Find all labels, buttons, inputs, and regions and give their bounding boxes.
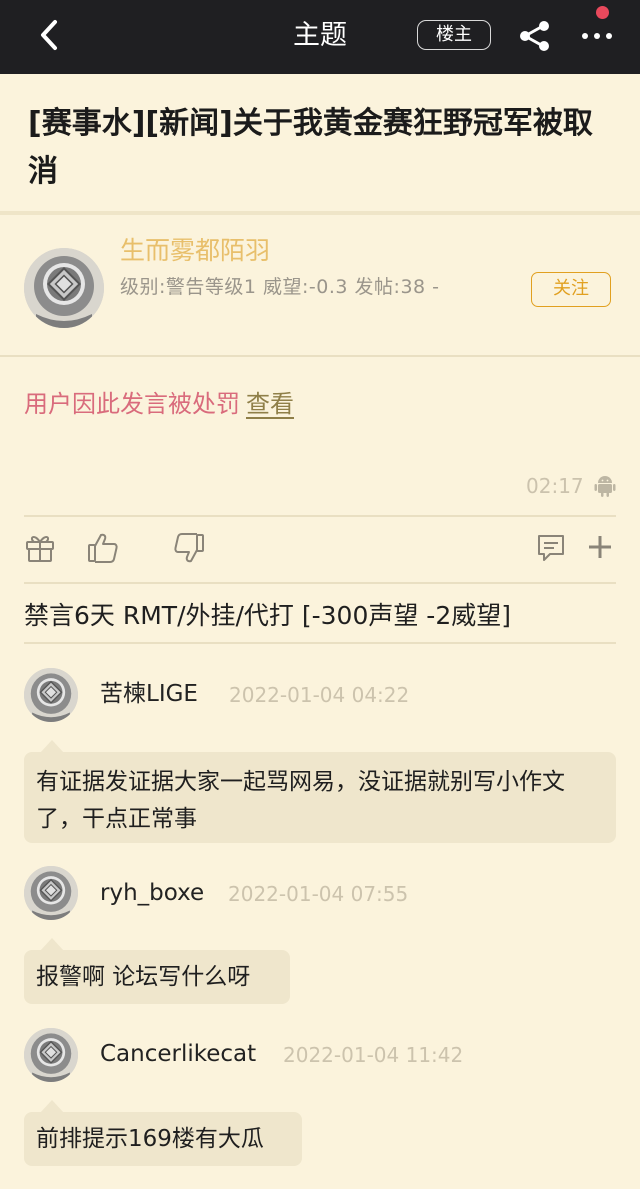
post-title: [赛事水][新闻]关于我黄金赛狂野冠军被取消: [28, 106, 593, 189]
penalty-view-link[interactable]: 查看: [246, 390, 294, 418]
comment-avatar[interactable]: [24, 1028, 78, 1082]
comment-time: 2022-01-04 07:55: [228, 882, 409, 906]
comment-icon[interactable]: [536, 530, 566, 566]
action-divider-top: [24, 515, 616, 517]
penalty-notice: 用户因此发言被处罚 查看: [24, 385, 294, 423]
author-avatar[interactable]: [24, 248, 104, 328]
ban-divider: [24, 642, 616, 644]
comment-avatar[interactable]: [24, 866, 78, 920]
author-name[interactable]: 生而雾都陌羽: [120, 234, 270, 268]
android-icon: [594, 476, 616, 497]
more-icon: [582, 33, 612, 39]
title-divider: [0, 211, 640, 215]
action-divider-bottom: [24, 582, 616, 584]
ban-info: 禁言6天 RMT/外挂/代打 [-300声望 -2威望]: [24, 601, 511, 630]
share-button[interactable]: [516, 18, 554, 54]
post-time: 02:17: [526, 474, 584, 498]
comment-bubble: 有证据发证据大家一起骂网易，没证据就别写小作文了，干点正常事: [24, 752, 616, 843]
comment-bubble: 报警啊 论坛写什么呀: [24, 950, 290, 1004]
author-divider: [0, 355, 640, 357]
penalty-notice-text: 用户因此发言被处罚: [24, 390, 240, 418]
like-icon[interactable]: [86, 530, 120, 566]
more-button[interactable]: [578, 18, 618, 54]
share-icon: [520, 21, 549, 51]
gift-icon[interactable]: [24, 530, 56, 566]
comment-avatar[interactable]: [24, 668, 78, 722]
top-bar: 主题 楼主: [0, 0, 640, 74]
comment-bubble: 前排提示169楼有大瓜: [24, 1112, 302, 1166]
comment-username[interactable]: 苦楝LIGE: [100, 678, 198, 710]
op-only-button[interactable]: 楼主: [417, 20, 491, 50]
comment-username[interactable]: ryh_boxe: [100, 877, 204, 909]
comment-time: 2022-01-04 11:42: [283, 1043, 464, 1067]
author-meta: 级别:警告等级1 威望:-0.3 发帖:38 -: [120, 276, 440, 298]
follow-button[interactable]: 关注: [531, 272, 611, 307]
diver-helmet-icon: [24, 866, 78, 920]
comment-time: 2022-01-04 04:22: [229, 683, 410, 707]
notification-dot: [596, 6, 609, 19]
dislike-icon[interactable]: [172, 530, 206, 566]
plus-icon[interactable]: [586, 530, 614, 566]
diver-helmet-icon: [24, 248, 104, 328]
diver-helmet-icon: [24, 1028, 78, 1082]
comment-username[interactable]: Cancerlikecat: [100, 1038, 256, 1070]
diver-helmet-icon: [24, 668, 78, 722]
